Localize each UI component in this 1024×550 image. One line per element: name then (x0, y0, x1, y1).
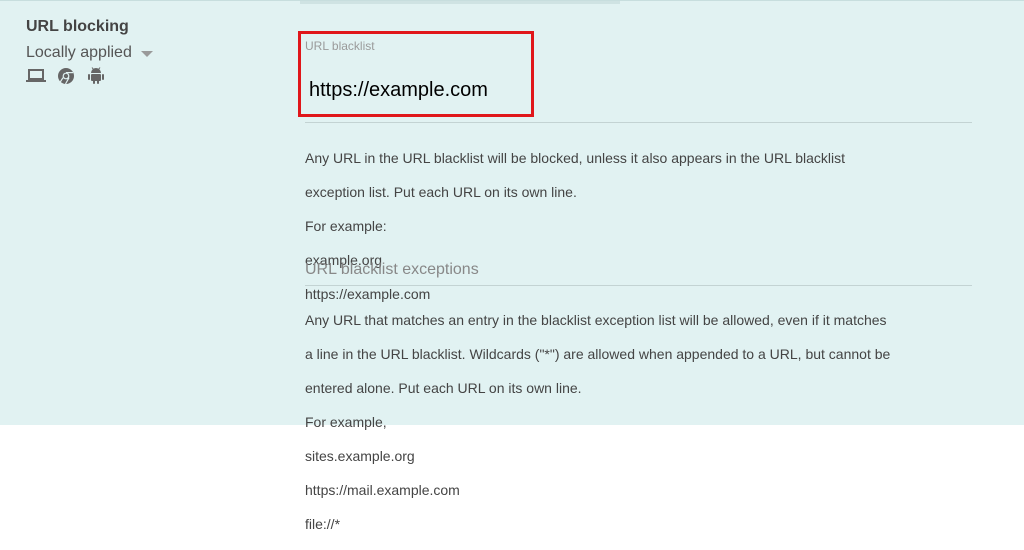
exceptions-field[interactable]: URL blacklist exceptions (305, 261, 479, 279)
scope-label: Locally applied (26, 44, 132, 61)
help-line: sites.example.org (305, 448, 415, 464)
android-icon (86, 67, 106, 85)
scope-dropdown[interactable]: Locally applied (26, 44, 153, 62)
help-line: a line in the URL blacklist. Wildcards (… (305, 346, 891, 362)
blacklist-divider (305, 122, 972, 123)
top-divider (300, 1, 620, 4)
platform-icons (26, 67, 106, 85)
exceptions-help: Any URL that matches an entry in the bla… (305, 295, 945, 550)
setting-title: URL blocking (26, 18, 129, 35)
caret-down-icon (140, 50, 153, 57)
help-line: entered alone. Put each URL on its own l… (305, 380, 582, 396)
exceptions-divider (305, 285, 972, 286)
blacklist-help: Any URL in the URL blacklist will be blo… (305, 133, 945, 320)
laptop-icon (26, 67, 46, 85)
help-line: file://* (305, 516, 341, 532)
blacklist-textarea[interactable]: https://example.com (309, 79, 488, 102)
help-line: For example: (305, 218, 387, 234)
help-line: https://mail.example.com (305, 482, 460, 498)
blacklist-label: URL blacklist (305, 39, 375, 53)
help-line: Any URL that matches an entry in the bla… (305, 312, 887, 328)
help-line: For example, (305, 414, 387, 430)
chrome-icon (56, 67, 76, 85)
help-line: Any URL in the URL blacklist will be blo… (305, 150, 846, 166)
settings-panel: URL blocking Locally applied URL blackli… (0, 0, 1024, 532)
help-line: exception list. Put each URL on its own … (305, 184, 577, 200)
